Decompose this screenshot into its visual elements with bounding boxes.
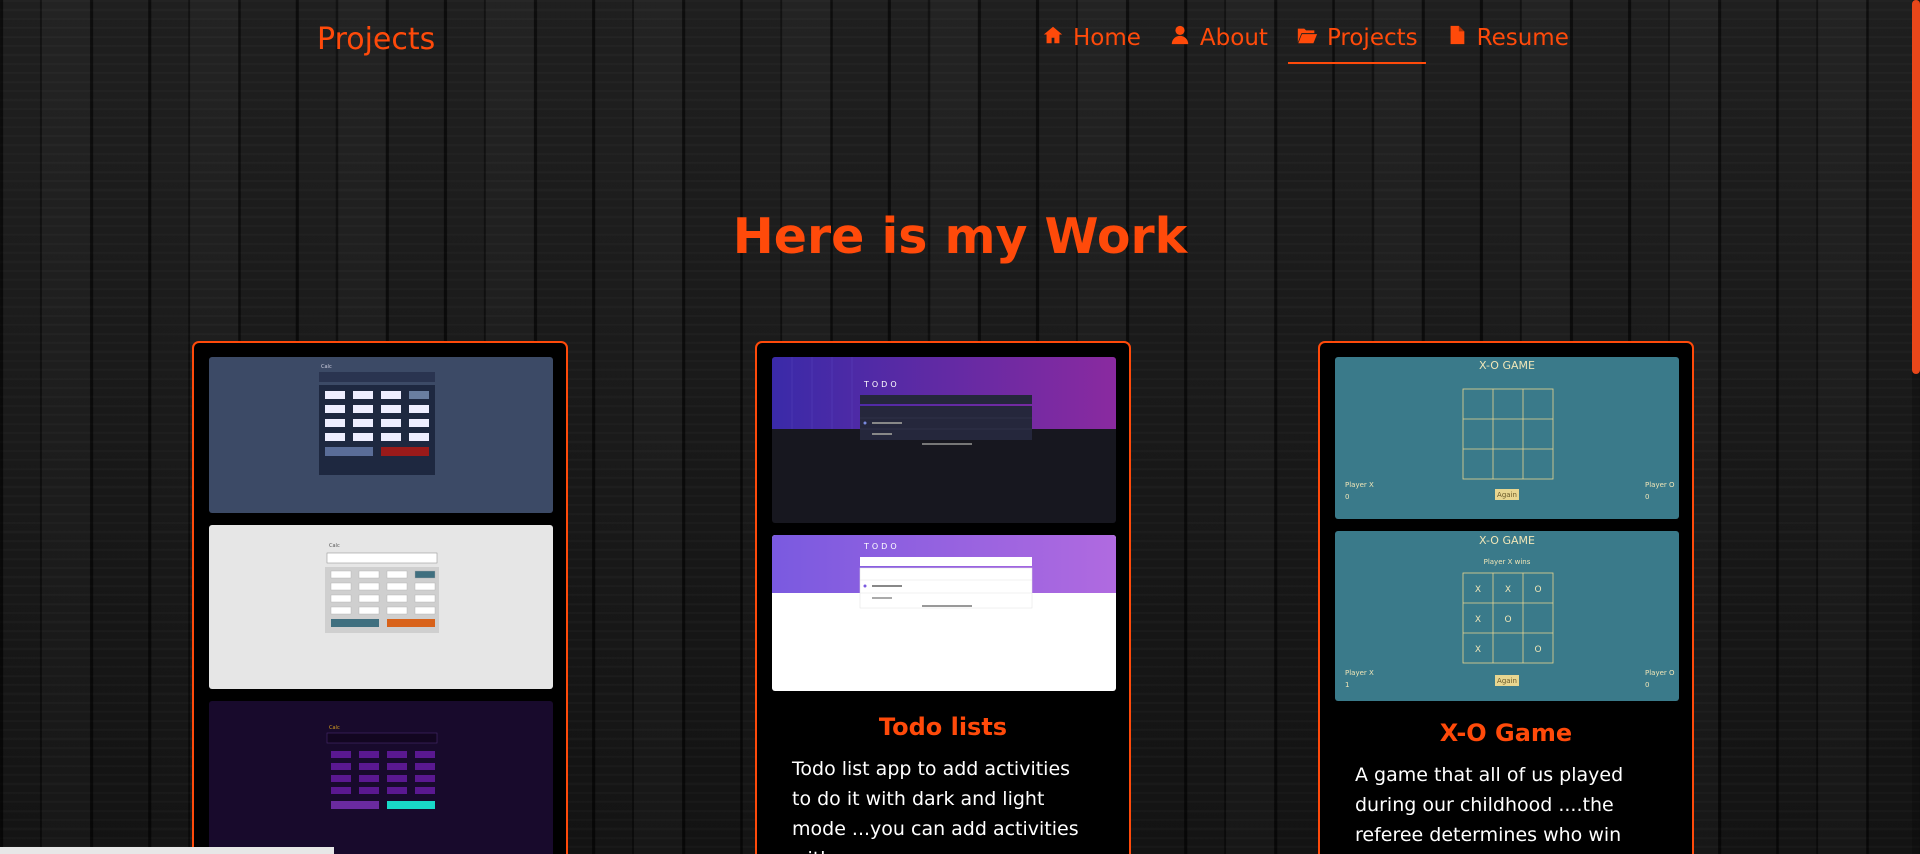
todo-screenshot-light[interactable]: TODO (772, 535, 1116, 691)
nav-link-label: Home (1073, 25, 1141, 51)
xo-cell-8: O (1534, 645, 1541, 655)
user-icon (1169, 24, 1191, 52)
player-x-score: 1 (1345, 681, 1349, 689)
nav-link-projects[interactable]: Projects (1287, 24, 1426, 66)
card-description: A game that all of us played during our … (1355, 764, 1624, 846)
xo-cell-0: X (1475, 585, 1481, 595)
folder-open-icon (1296, 24, 1318, 52)
xo-status: Player X wins (1484, 558, 1531, 566)
player-x-score: 0 (1345, 493, 1349, 501)
card-description: Todo list app to add activities to do it… (792, 758, 1079, 854)
xo-cell-2: O (1534, 585, 1541, 595)
nav-link-resume[interactable]: Resume (1446, 24, 1569, 66)
again-button-label: Again (1497, 677, 1517, 685)
page-scrollbar[interactable] (1912, 0, 1920, 854)
xo-cell-1: X (1505, 585, 1511, 595)
home-icon (1042, 24, 1064, 52)
file-icon (1446, 24, 1468, 52)
todo-label: TODO (863, 542, 900, 551)
nav-link-about[interactable]: About (1169, 24, 1268, 66)
calculator-screenshot-dark[interactable]: Calc (209, 357, 553, 513)
calculator-screenshot-light[interactable]: Calc (209, 525, 553, 689)
xo-screenshot-empty[interactable]: X-O GAME Player X 0 Player O 0 Again (1335, 357, 1679, 519)
horizontal-scroll-strip (0, 847, 334, 854)
project-card-calculator[interactable]: Calc Calc Calc (192, 341, 568, 854)
project-card-todo[interactable]: TODO TODO Todo lists Todo list app to ad… (755, 341, 1131, 854)
calc-label: Calc (321, 364, 332, 370)
player-x-label: Player X (1345, 669, 1374, 677)
todo-screenshot-dark[interactable]: TODO (772, 357, 1116, 523)
xo-title: X-O GAME (1479, 359, 1535, 372)
xo-cell-6: X (1475, 645, 1481, 655)
nav-link-label: About (1199, 25, 1268, 51)
todo-label: TODO (863, 380, 900, 389)
player-o-label: Player O (1645, 669, 1675, 677)
player-o-score: 0 (1645, 493, 1649, 501)
scrollbar-thumb[interactable] (1912, 0, 1920, 374)
project-card-xo-game[interactable]: X-O GAME Player X 0 Player O 0 Again X-O… (1318, 341, 1694, 854)
player-o-label: Player O (1645, 481, 1675, 489)
xo-cell-4: O (1504, 615, 1511, 625)
nav-link-label: Resume (1476, 25, 1569, 51)
brand-title[interactable]: Projects (317, 22, 435, 57)
navbar: Projects Home About Projects Resume (0, 0, 1920, 84)
player-o-score: 0 (1645, 681, 1649, 689)
player-x-label: Player X (1345, 481, 1374, 489)
nav-link-label: Projects (1326, 25, 1418, 51)
nav-link-home[interactable]: Home (1042, 24, 1141, 66)
calculator-screenshot-purple[interactable]: Calc (209, 701, 553, 854)
xo-cell-3: X (1475, 615, 1481, 625)
card-title[interactable]: Todo lists (757, 713, 1129, 741)
xo-screenshot-played[interactable]: X-O GAME Player X wins X X O X O X O Pla… (1335, 531, 1679, 701)
xo-title: X-O GAME (1479, 534, 1535, 547)
page-heading: Here is my Work (732, 208, 1188, 265)
calc-label: Calc (329, 543, 340, 549)
again-button-label: Again (1497, 491, 1517, 499)
nav-links: Home About Projects Resume (1042, 24, 1569, 66)
card-title[interactable]: X-O Game (1320, 719, 1692, 747)
calc-label: Calc (329, 725, 340, 731)
